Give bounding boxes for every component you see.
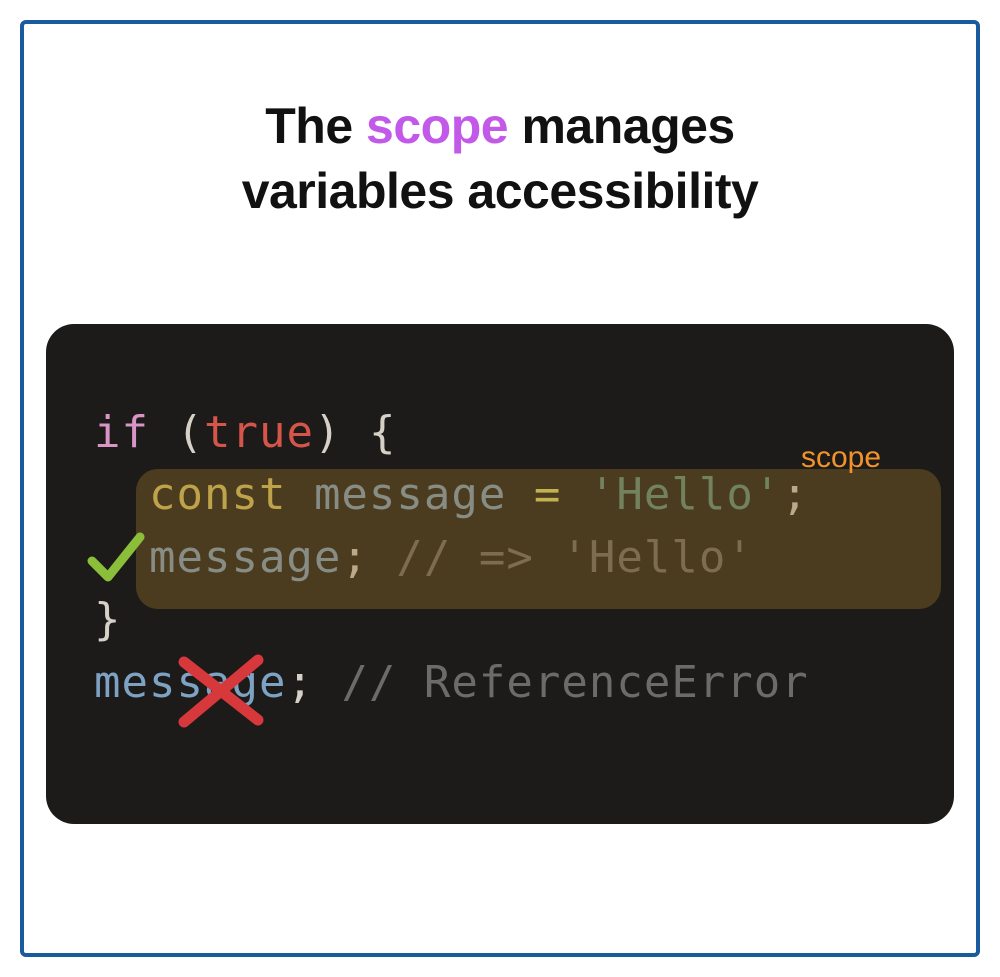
- token-semicolon-2: ;: [341, 532, 369, 583]
- code-content: if (true) { const message = 'Hello'; mes…: [46, 402, 954, 714]
- title-highlight-word: scope: [366, 98, 508, 154]
- token-message-use-1: message: [149, 532, 341, 583]
- token-semicolon-1: ;: [781, 469, 809, 520]
- token-paren-open: (: [176, 407, 204, 458]
- token-message-use-2: message: [94, 657, 286, 708]
- title-after: manages: [508, 98, 735, 154]
- token-comment-hello: // => 'Hello': [396, 532, 753, 583]
- token-if: if: [94, 407, 149, 458]
- token-paren-close: ): [314, 407, 342, 458]
- title-line2: variables accessibility: [242, 163, 759, 219]
- slide-frame: The scope manages variables accessibilit…: [20, 20, 980, 957]
- code-block: if (true) { const message = 'Hello'; mes…: [46, 324, 954, 824]
- token-brace-open: {: [369, 407, 397, 458]
- token-true: true: [204, 407, 314, 458]
- token-brace-close: }: [94, 594, 122, 645]
- token-semicolon-3: ;: [286, 657, 314, 708]
- token-const: const: [149, 469, 286, 520]
- title-before: The: [265, 98, 366, 154]
- token-assign: =: [534, 469, 562, 520]
- token-string-hello: 'Hello': [589, 469, 781, 520]
- token-comment-referror: // ReferenceError: [341, 657, 808, 708]
- token-message-decl: message: [314, 469, 506, 520]
- slide-title: The scope manages variables accessibilit…: [46, 94, 954, 224]
